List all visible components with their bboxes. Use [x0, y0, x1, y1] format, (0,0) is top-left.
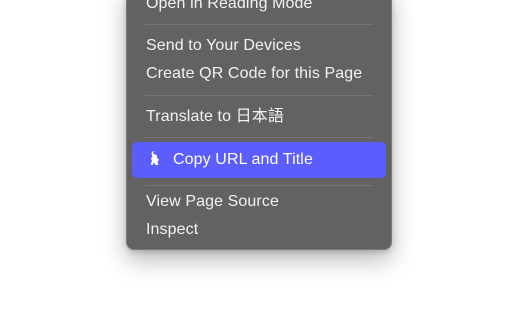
menu-item-send-to-your-devices[interactable]: Send to Your Devices [132, 33, 386, 59]
menu-item-label: Create QR Code for this Page [146, 65, 363, 82]
menu-item-view-page-source[interactable]: View Page Source [132, 189, 386, 215]
menu-item-copy-url-and-title[interactable]: Copy URL and Title [132, 142, 386, 178]
menu-item-label: View Page Source [146, 193, 279, 210]
extension-icon [146, 149, 164, 167]
menu-item-inspect[interactable]: Inspect [132, 217, 386, 243]
menu-item-label: Copy URL and Title [173, 151, 313, 168]
menu-item-label: Translate to 日本語 [146, 108, 284, 125]
context-menu: Open in Reading Mode Send to Your Device… [126, 0, 392, 250]
menu-separator [145, 95, 373, 96]
menu-separator [145, 137, 373, 138]
menu-item-open-in-reading-mode[interactable]: Open in Reading Mode [132, 0, 386, 17]
page: Open in Reading Mode Send to Your Device… [0, 0, 512, 320]
menu-item-label: Open in Reading Mode [146, 0, 313, 12]
menu-item-create-qr-code[interactable]: Create QR Code for this Page [132, 61, 386, 87]
menu-item-label: Inspect [146, 221, 199, 238]
menu-item-translate[interactable]: Translate to 日本語 [132, 104, 386, 130]
menu-separator [145, 24, 373, 25]
menu-separator [145, 185, 373, 186]
menu-item-label: Send to Your Devices [146, 37, 301, 54]
